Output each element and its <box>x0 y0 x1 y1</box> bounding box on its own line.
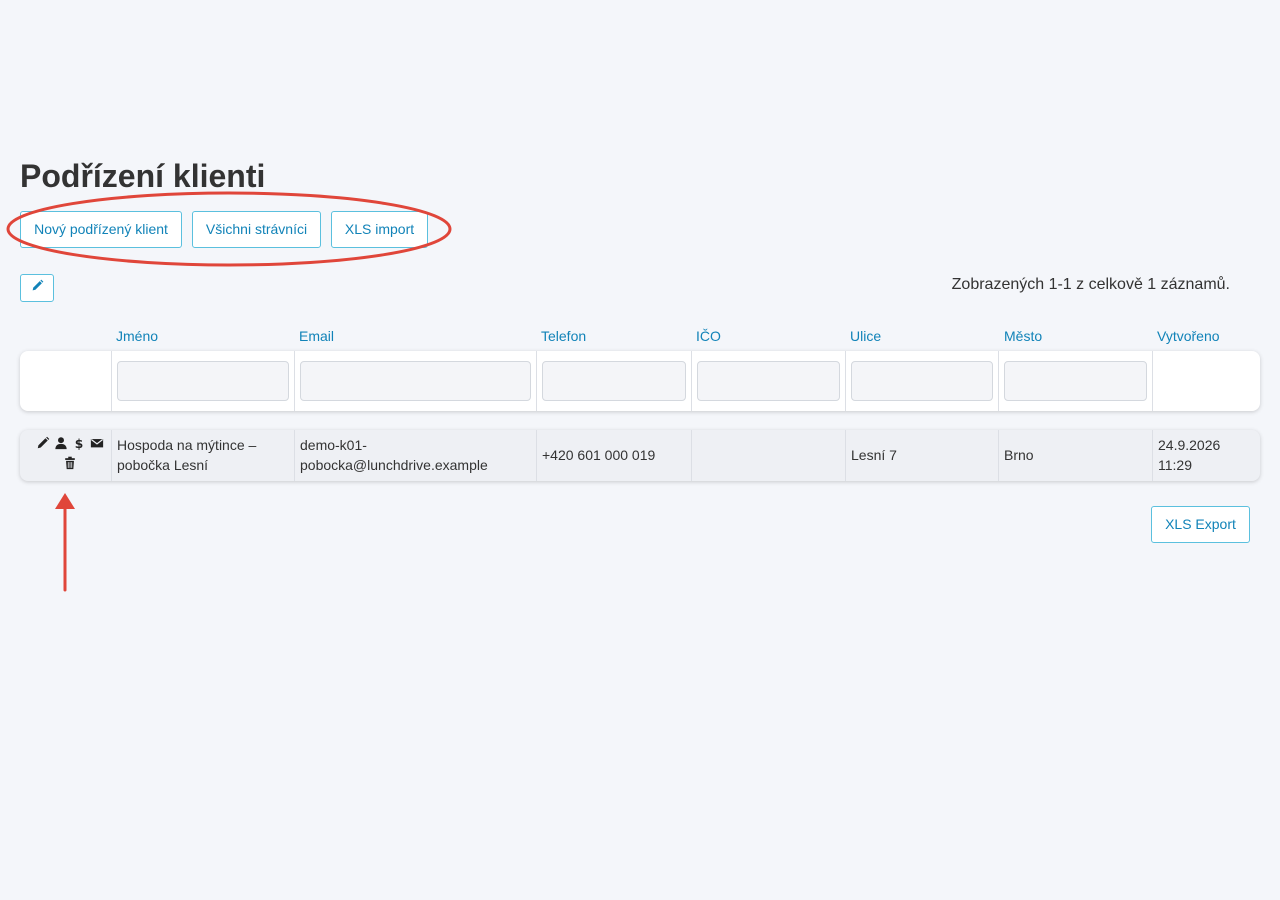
records-summary: Zobrazených 1-1 z celkově 1 záznamů. <box>951 276 1230 293</box>
cell-created: 24.9.2026 11:29 <box>1152 430 1260 481</box>
page-title: Podřízení klienti <box>20 158 266 194</box>
cell-ico <box>691 430 845 481</box>
xls-import-button[interactable]: XLS import <box>331 211 428 248</box>
page: Podřízení klienti Nový podřízený klient … <box>0 0 1280 900</box>
cell-phone: +420 601 000 019 <box>536 430 691 481</box>
pencil-icon[interactable] <box>36 436 50 450</box>
cell-street: Lesní 7 <box>845 430 998 481</box>
client-created-date: 24.9.2026 <box>1158 437 1221 453</box>
filter-name-input[interactable] <box>117 361 289 401</box>
filter-row <box>20 351 1260 411</box>
filter-ico-input[interactable] <box>697 361 840 401</box>
column-header-phone[interactable]: Telefon <box>541 328 586 344</box>
client-city: Brno <box>1004 447 1034 463</box>
client-street: Lesní 7 <box>851 447 897 463</box>
all-diners-button[interactable]: Všichni strávníci <box>192 211 321 248</box>
column-header-city[interactable]: Město <box>1004 328 1042 344</box>
client-phone: +420 601 000 019 <box>542 447 656 463</box>
column-header-created[interactable]: Vytvořeno <box>1157 328 1220 344</box>
dollar-icon[interactable]: $ <box>72 436 86 450</box>
annotation-arrow <box>55 493 75 592</box>
row-actions: $ <box>20 430 111 481</box>
client-email-line2: pobocka@lunchdrive.example <box>300 457 488 473</box>
client-name-line1: Hospoda na mýtince – <box>117 437 257 453</box>
edit-columns-button[interactable] <box>20 274 54 302</box>
xls-export-button[interactable]: XLS Export <box>1151 506 1250 543</box>
filter-email-input[interactable] <box>300 361 531 401</box>
client-name-line2: pobočka Lesní <box>117 457 209 473</box>
svg-text:$: $ <box>75 437 84 450</box>
column-header-ico[interactable]: IČO <box>696 328 721 344</box>
envelope-icon[interactable] <box>90 436 104 450</box>
cell-email: demo-k01- pobocka@lunchdrive.example <box>294 430 536 481</box>
filter-phone-input[interactable] <box>542 361 686 401</box>
column-header-email[interactable]: Email <box>299 328 334 344</box>
column-header-street[interactable]: Ulice <box>850 328 881 344</box>
table-row: $ Hospoda na mýtince – pobočka Lesní dem… <box>20 430 1260 481</box>
client-created-time: 11:29 <box>1158 457 1192 473</box>
new-subordinate-client-button[interactable]: Nový podřízený klient <box>20 211 182 248</box>
cell-name: Hospoda na mýtince – pobočka Lesní <box>111 430 294 481</box>
cell-city: Brno <box>998 430 1152 481</box>
user-icon[interactable] <box>54 436 68 450</box>
filter-street-input[interactable] <box>851 361 993 401</box>
trash-icon[interactable] <box>63 456 77 470</box>
client-email-line1: demo-k01- <box>300 437 367 453</box>
filter-city-input[interactable] <box>1004 361 1147 401</box>
pencil-icon <box>31 279 44 297</box>
column-header-name[interactable]: Jméno <box>116 328 158 344</box>
